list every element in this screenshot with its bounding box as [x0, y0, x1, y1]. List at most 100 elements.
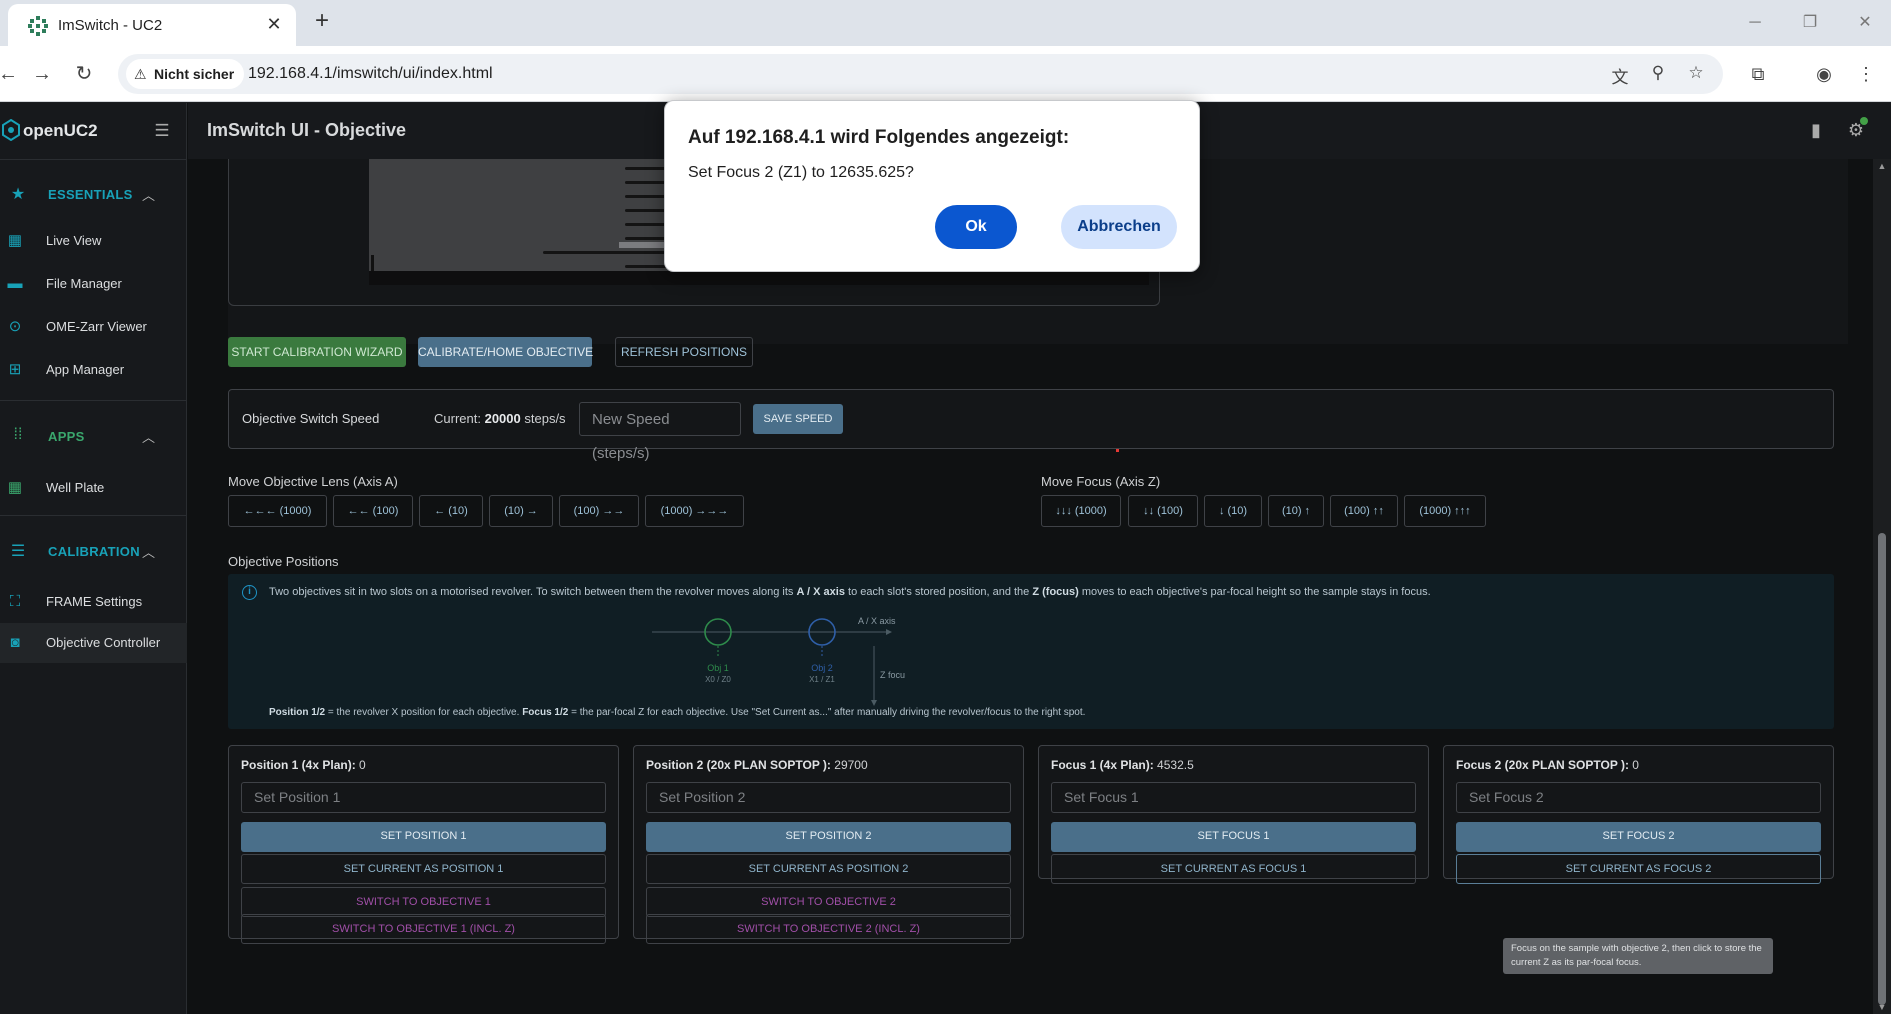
move-objective-button[interactable]: (100) →→	[559, 495, 639, 527]
chevron-up-icon[interactable]: ︿	[142, 185, 156, 204]
browser-menu-icon[interactable]: ⋮	[1852, 60, 1880, 88]
card-title: Position 2 (20x PLAN SOPTOP ): 29700	[646, 758, 868, 772]
move-focus-button[interactable]: ↓↓↓ (1000)	[1041, 495, 1121, 527]
url-text[interactable]: 192.168.4.1/imswitch/ui/index.html	[248, 65, 493, 83]
move-objective-button[interactable]: (10) →	[489, 495, 553, 527]
set-focus-1-input[interactable]: Set Focus 1	[1051, 782, 1416, 813]
sidebar-section-essentials[interactable]: ★ ESSENTIALS ︿	[0, 174, 187, 214]
set-focus-2-input[interactable]: Set Focus 2	[1456, 782, 1821, 813]
security-chip[interactable]: ⚠ Nicht sicher	[126, 59, 245, 89]
close-tab-icon[interactable]: ✕	[262, 12, 286, 36]
sidebar-item-ome-zarr-viewer[interactable]: ⊙ OME-Zarr Viewer	[0, 307, 187, 347]
new-speed-input[interactable]: New Speed (steps/s)	[579, 402, 741, 462]
sidebar-section-apps[interactable]: ⁞⁞ APPS ︿	[0, 416, 187, 456]
move-objective-button[interactable]: ←←← (1000)	[228, 495, 327, 527]
card-title-label: Position 1 (4x Plan):	[241, 758, 356, 772]
restore-window-icon[interactable]: ❐	[1790, 8, 1830, 38]
section-label: ESSENTIALS	[48, 187, 133, 202]
switch-to-objective-2-incl-z-button[interactable]: SWITCH TO OBJECTIVE 2 (INCL. Z)	[646, 914, 1011, 944]
bookmark-star-icon[interactable]: ☆	[1684, 63, 1708, 85]
zoom-icon[interactable]: ⚲	[1646, 63, 1670, 85]
set-position-1-input[interactable]: Set Position 1	[241, 782, 606, 813]
sidebar-item-label: OME-Zarr Viewer	[46, 319, 147, 334]
browser-toolbar: ← → ↻ ⚠ Nicht sicher 192.168.4.1/imswitch…	[0, 46, 1891, 102]
sidebar-item-frame-settings[interactable]: ⛶ FRAME Settings	[0, 582, 187, 622]
info-icon: i	[242, 585, 257, 600]
objective-positions-title: Objective Positions	[228, 554, 339, 569]
cancel-button[interactable]: Abbrechen	[1061, 205, 1177, 249]
camera-feature	[625, 195, 669, 198]
start-calibration-wizard-button[interactable]: START CALIBRATION WIZARD	[228, 337, 406, 367]
browser-tab[interactable]: ImSwitch - UC2 ✕	[8, 4, 296, 46]
camera-preview-bottom	[369, 271, 1149, 285]
forward-icon[interactable]: →	[28, 60, 56, 88]
chevron-up-icon[interactable]: ︿	[142, 542, 156, 561]
profile-icon[interactable]: ◉	[1810, 60, 1838, 88]
scrollbar[interactable]: ▲ ▼	[1873, 159, 1891, 1014]
set-focus-2-button[interactable]: SET FOCUS 2	[1456, 822, 1821, 852]
refresh-positions-button[interactable]: REFRESH POSITIONS	[615, 337, 753, 367]
move-focus-button[interactable]: (1000) ↑↑↑	[1404, 495, 1486, 527]
extensions-icon[interactable]: ⧉	[1744, 60, 1772, 88]
info-text-post: moves to each objective's par-focal heig…	[1081, 586, 1431, 598]
tune-icon: ☰	[10, 543, 26, 560]
apps-dots-icon: ⁞⁞	[13, 426, 23, 443]
move-objective-button[interactable]: (1000) →→→	[645, 495, 744, 527]
reload-icon[interactable]: ↻	[70, 60, 98, 88]
move-objective-button[interactable]: ←← (100)	[333, 495, 413, 527]
switch-to-objective-2-button[interactable]: SWITCH TO OBJECTIVE 2	[646, 887, 1011, 917]
sidebar-divider	[0, 515, 187, 516]
scrollbar-thumb[interactable]	[1878, 533, 1886, 1005]
set-position-1-button[interactable]: SET POSITION 1	[241, 822, 606, 852]
chevron-up-icon[interactable]: ︿	[142, 427, 156, 446]
switch-to-objective-1-button[interactable]: SWITCH TO OBJECTIVE 1	[241, 887, 606, 917]
move-objective-button[interactable]: ← (10)	[419, 495, 483, 527]
switch-to-objective-1-incl-z-button[interactable]: SWITCH TO OBJECTIVE 1 (INCL. Z)	[241, 914, 606, 944]
save-speed-button[interactable]: SAVE SPEED	[753, 404, 843, 434]
calibrate-home-objective-button[interactable]: CALIBRATE/HOME OBJECTIVE	[418, 337, 593, 367]
move-focus-label: Move Focus (Axis Z)	[1041, 474, 1161, 489]
sidebar-item-file-manager[interactable]: ▬ File Manager	[0, 264, 187, 304]
scroll-up-icon[interactable]: ▲	[1877, 161, 1887, 171]
info-box: i Two objectives sit in two slots on a m…	[228, 574, 1834, 729]
folder-icon: ▬	[7, 275, 23, 292]
address-bar[interactable]: ⚠ Nicht sicher 192.168.4.1/imswitch/ui/in…	[118, 54, 1723, 94]
translate-icon[interactable]: 文	[1608, 63, 1632, 87]
set-position-2-input[interactable]: Set Position 2	[646, 782, 1011, 813]
sidebar-item-app-manager[interactable]: ⊞ App Manager	[0, 350, 187, 390]
set-current-as-focus-2-button[interactable]: SET CURRENT AS FOCUS 2	[1456, 854, 1821, 884]
set-current-as-position-1-button[interactable]: SET CURRENT AS POSITION 1	[241, 854, 606, 884]
move-focus-button[interactable]: ↓↓ (100)	[1128, 495, 1198, 527]
sd-card-icon[interactable]: ▮	[1805, 120, 1827, 142]
move-focus-button[interactable]: (100) ↑↑	[1330, 495, 1398, 527]
sidebar-divider	[0, 400, 187, 401]
speed-current-value: 20000	[484, 411, 521, 426]
card-value: 4532.5	[1157, 758, 1194, 772]
info-note-t1: = the revolver X position for each objec…	[327, 707, 520, 718]
camera-feature	[625, 223, 669, 226]
close-window-icon[interactable]: ✕	[1845, 8, 1885, 38]
sidebar-item-well-plate[interactable]: ▦ Well Plate	[0, 468, 187, 508]
sidebar-section-calibration[interactable]: ☰ CALIBRATION ︿	[0, 531, 187, 571]
back-icon[interactable]: ←	[0, 60, 22, 88]
position-2-card: Position 2 (20x PLAN SOPTOP ): 29700 Set…	[633, 745, 1024, 944]
set-current-as-position-2-button[interactable]: SET CURRENT AS POSITION 2	[646, 854, 1011, 884]
ok-button[interactable]: Ok	[935, 205, 1017, 249]
move-focus-button[interactable]: (10) ↑	[1268, 495, 1324, 527]
sidebar-item-label: FRAME Settings	[46, 594, 143, 609]
new-tab-icon[interactable]: +	[310, 9, 334, 34]
move-focus-button[interactable]: ↓ (10)	[1204, 495, 1262, 527]
sidebar-item-live-view[interactable]: ▦ Live View	[0, 221, 187, 261]
camera-feature	[625, 167, 669, 170]
tab-title: ImSwitch - UC2	[58, 17, 163, 34]
set-current-as-focus-1-button[interactable]: SET CURRENT AS FOCUS 1	[1051, 854, 1416, 884]
card-title: Focus 1 (4x Plan): 4532.5	[1051, 758, 1194, 772]
sidebar-item-objective-controller[interactable]: ◙ Objective Controller	[0, 623, 187, 663]
minimize-window-icon[interactable]: ─	[1735, 8, 1775, 38]
set-position-2-button[interactable]: SET POSITION 2	[646, 822, 1011, 852]
menu-toggle-icon[interactable]: ☰	[152, 121, 172, 140]
security-label: Nicht sicher	[154, 66, 235, 82]
browser-tab-bar: ImSwitch - UC2 ✕ + ─ ❐ ✕	[0, 0, 1891, 46]
scroll-down-icon[interactable]: ▼	[1877, 1002, 1887, 1012]
set-focus-1-button[interactable]: SET FOCUS 1	[1051, 822, 1416, 852]
